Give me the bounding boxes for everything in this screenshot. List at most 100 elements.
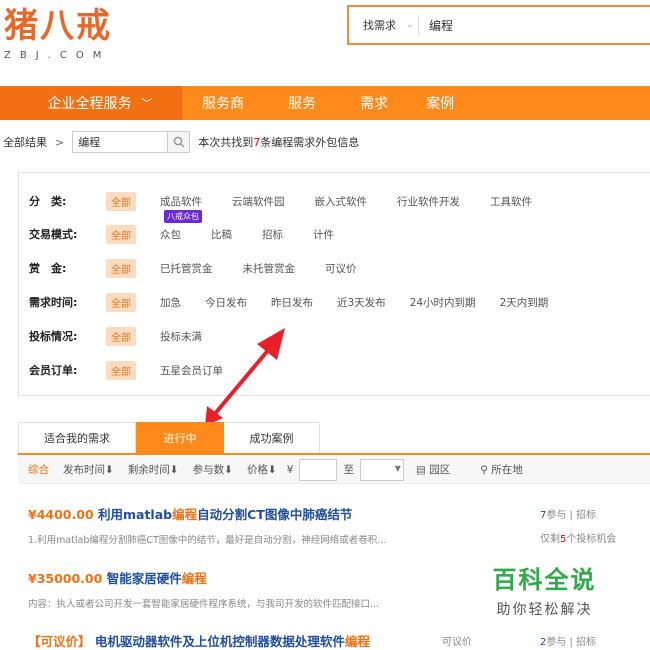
- listing-title-highlight: 编程: [172, 507, 198, 522]
- filter-row-time: 需求时间: 全部 加急 今日发布 昨日发布 近3天发布 24小时内到期 2天内到…: [29, 291, 572, 313]
- park-filter[interactable]: ▤ 园区: [416, 462, 450, 477]
- filter-option[interactable]: 今日发布: [205, 295, 247, 310]
- listing-price-note: 可议价: [442, 637, 472, 648]
- chevron-down-icon: ⌄: [406, 20, 414, 30]
- listing-price: 【可议价】: [28, 634, 91, 649]
- keyword-input[interactable]: 编程: [72, 131, 169, 153]
- listing-title-highlight: 编程: [181, 571, 207, 586]
- participant-label: 参与 | 招标: [546, 637, 597, 648]
- filter-all[interactable]: 全部: [106, 292, 136, 312]
- sort-composite[interactable]: 综合: [28, 462, 49, 477]
- listing-title[interactable]: 【可议价】 电机驱动器软件及上位机控制器数据处理软件编程: [28, 631, 370, 650]
- filter-option[interactable]: 云端软件园: [232, 194, 285, 209]
- filter-option[interactable]: 招标: [262, 227, 283, 242]
- filter-option[interactable]: 昨日发布: [271, 295, 313, 310]
- currency-symbol: ¥: [286, 463, 294, 476]
- filter-option[interactable]: 近3天发布: [337, 295, 386, 310]
- filter-option[interactable]: 成品软件: [160, 194, 202, 209]
- filter-option[interactable]: 未托管赏金: [243, 261, 296, 276]
- bid-remaining-suffix: 个投标机会: [566, 534, 617, 545]
- sort-publish-time[interactable]: 发布时间⬇: [63, 462, 114, 477]
- filter-option[interactable]: 2天内到期: [500, 295, 549, 310]
- filter-option[interactable]: 比稿: [211, 227, 232, 242]
- chevron-down-icon: ﹀: [141, 97, 153, 110]
- filter-all[interactable]: 全部: [106, 258, 136, 278]
- listing-description: 内容：执人或者公司开发一套智能家居硬件程序系统，与我司开发的软件匹配接口...: [28, 599, 380, 610]
- search-icon: [173, 136, 185, 148]
- listing-title-text: 自动分割CT图像中肺癌结节: [197, 507, 353, 522]
- listing-title-highlight: 编程: [344, 634, 370, 649]
- filter-label: 会员订单:: [29, 364, 78, 377]
- filter-option[interactable]: 可议价: [325, 261, 357, 276]
- sort-bar: 综合 发布时间⬇ 剩余时间⬇ 参与数⬇ 价格⬇ ¥ 至 ▼ ▤ 园区 ⚲ 所在地: [18, 456, 650, 484]
- filter-option[interactable]: 行业软件开发: [397, 194, 460, 209]
- listing-participants: 2参与 | 招标: [540, 633, 596, 648]
- logo-domain: ZBJ.COM: [4, 50, 111, 61]
- listing-participants: 7参与 | 招标: [540, 506, 596, 521]
- list-item[interactable]: 【可议价】 电机驱动器软件及上位机控制器数据处理软件编程: [28, 631, 370, 650]
- nav-item-label: 企业全程服务: [47, 96, 132, 112]
- search-type-select[interactable]: 找需求 ⌄: [349, 15, 419, 35]
- nav-services[interactable]: 服务: [264, 86, 340, 120]
- nav-providers[interactable]: 服务商: [182, 86, 264, 120]
- filter-option[interactable]: 加急: [160, 295, 181, 310]
- tab-suitable[interactable]: 适合我的需求: [18, 422, 136, 454]
- location-label: 所在地: [491, 464, 523, 476]
- search-type-label: 找需求: [363, 19, 396, 32]
- main-nav: 企业全程服务 ﹀ 服务商 服务 需求 案例: [0, 86, 650, 120]
- sort-remaining-time[interactable]: 剩余时间⬇: [128, 462, 179, 477]
- listing-title[interactable]: ¥4400.00 利用matlab编程自动分割CT图像中肺癌结节: [28, 504, 386, 523]
- listing-title-text: 利用matlab: [98, 507, 173, 522]
- listing-title-text: 智能家居硬件: [106, 571, 182, 586]
- watermark: 百科全说 助你轻松解决: [462, 552, 627, 622]
- filter-label: 投标情况:: [29, 330, 78, 343]
- participant-label: 参与 | 招标: [546, 510, 597, 521]
- result-count-text: 本次共找到7条编程需求外包信息: [198, 134, 359, 150]
- filter-option[interactable]: 嵌入式软件: [315, 194, 368, 209]
- search-button[interactable]: [168, 131, 191, 153]
- chevron-down-icon: ▼: [394, 463, 401, 473]
- listing-title[interactable]: ¥35000.00 智能家居硬件编程: [28, 568, 379, 587]
- filter-all[interactable]: 全部: [106, 360, 136, 380]
- nav-demands[interactable]: 需求: [340, 86, 408, 120]
- list-item[interactable]: ¥4400.00 利用matlab编程自动分割CT图像中肺癌结节 1.利用mat…: [28, 504, 386, 546]
- filter-all[interactable]: 全部: [106, 326, 136, 346]
- logo-text: 猪八戒: [4, 6, 112, 46]
- price-min-input[interactable]: [299, 458, 338, 481]
- filter-option[interactable]: 众包: [160, 227, 181, 242]
- filter-label: 交易模式:: [29, 228, 78, 241]
- tab-success-cases[interactable]: 成功案例: [224, 422, 320, 454]
- price-max-select[interactable]: ▼: [359, 458, 404, 481]
- breadcrumb-root[interactable]: 全部结果: [3, 134, 47, 150]
- zbj-logo[interactable]: 猪八戒 ZBJ.COM: [4, 6, 112, 61]
- result-tabs: 适合我的需求 进行中 成功案例: [18, 422, 320, 454]
- tab-in-progress[interactable]: 进行中: [136, 422, 224, 454]
- bid-remaining-prefix: 仅剩: [540, 534, 560, 545]
- filter-label: 分 类:: [29, 195, 67, 208]
- listing-price: ¥4400.00: [28, 507, 94, 522]
- nav-cases[interactable]: 案例: [408, 86, 472, 120]
- listing-price: ¥35000.00: [28, 571, 103, 586]
- list-item[interactable]: ¥35000.00 智能家居硬件编程 内容：执人或者公司开发一套智能家居硬件程序…: [28, 568, 379, 610]
- filter-all[interactable]: 全部: [106, 224, 136, 244]
- filter-option[interactable]: 24小时内到期: [410, 295, 476, 310]
- tabs-underline: [18, 453, 650, 455]
- location-filter[interactable]: ⚲ 所在地: [480, 462, 523, 477]
- filter-panel: 八戒众包 分 类: 全部 成品软件 云端软件园 嵌入式软件 行业软件开发 工具软…: [18, 172, 650, 396]
- sort-participants[interactable]: 参与数⬇: [193, 462, 233, 477]
- filter-option[interactable]: 计件: [313, 227, 334, 242]
- park-label: 园区: [429, 464, 451, 476]
- nav-enterprise-services[interactable]: 企业全程服务 ﹀: [0, 86, 182, 120]
- watermark-title: 百科全说: [492, 566, 597, 594]
- filter-option[interactable]: 工具软件: [490, 194, 532, 209]
- filter-option[interactable]: 已托管赏金: [160, 261, 213, 276]
- red-arrow-annotation: [205, 328, 285, 426]
- filter-all[interactable]: 全部: [106, 191, 136, 211]
- result-count-prefix: 本次共找到: [198, 136, 254, 149]
- sort-price[interactable]: 价格⬇: [247, 462, 277, 477]
- breadcrumb: 全部结果 > 编程 本次共找到7条编程需求外包信息: [0, 130, 359, 154]
- search-input[interactable]: 编程: [419, 17, 453, 34]
- park-icon: ▤: [415, 464, 426, 476]
- price-to-label: 至: [343, 464, 354, 476]
- filter-row-category: 分 类: 全部 成品软件 云端软件园 嵌入式软件 行业软件开发 工具软件: [29, 190, 562, 212]
